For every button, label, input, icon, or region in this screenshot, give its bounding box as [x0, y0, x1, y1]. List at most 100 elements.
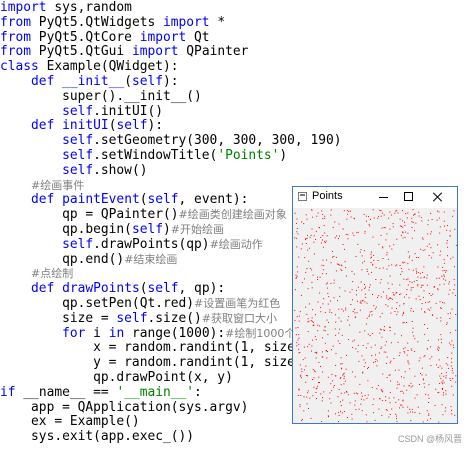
red-point	[393, 294, 395, 295]
red-point	[315, 339, 317, 341]
code-token: self	[131, 74, 164, 89]
red-point	[313, 235, 315, 237]
red-point	[402, 406, 404, 408]
red-point	[399, 218, 401, 220]
red-point	[345, 267, 347, 269]
red-point	[449, 332, 451, 334]
red-point	[402, 348, 404, 350]
code-line[interactable]: def drawPoints(self, qp):	[0, 281, 225, 297]
red-point	[314, 352, 316, 353]
red-point	[359, 383, 361, 385]
red-point	[354, 400, 356, 402]
red-point	[412, 327, 414, 329]
red-point	[370, 253, 372, 255]
red-point	[338, 263, 339, 265]
red-point	[439, 254, 441, 256]
red-point	[354, 317, 356, 318]
red-point	[430, 212, 432, 214]
close-button[interactable]	[424, 187, 450, 207]
red-point	[446, 240, 448, 242]
red-point	[322, 351, 323, 353]
code-line[interactable]: size = self.size()#获取窗口大小	[0, 311, 277, 327]
red-point	[327, 376, 329, 378]
red-point	[335, 375, 337, 377]
red-point	[370, 271, 372, 273]
red-point	[359, 302, 361, 304]
code-line[interactable]: class Example(QWidget):	[0, 59, 179, 75]
code-line[interactable]: def paintEvent(self, event):	[0, 192, 248, 208]
red-point	[427, 348, 429, 350]
red-point	[390, 360, 392, 362]
red-point	[411, 321, 413, 322]
code-line[interactable]: self.initUI()	[0, 104, 163, 120]
code-line[interactable]: self.setWindowTitle('Points')	[0, 148, 287, 164]
red-point	[432, 252, 434, 254]
maximize-button[interactable]	[396, 187, 422, 207]
code-line[interactable]: import sys,random	[0, 0, 132, 16]
red-point	[389, 297, 391, 299]
red-point	[298, 348, 300, 350]
red-point	[421, 303, 423, 304]
red-point	[340, 357, 342, 359]
code-line[interactable]: def __init__(self):	[0, 74, 179, 90]
red-point	[437, 289, 439, 291]
code-line[interactable]: from PyQt5.QtGui import QPainter	[0, 44, 248, 60]
red-point	[407, 263, 409, 265]
code-line[interactable]: #点绘制	[0, 267, 73, 282]
code-line[interactable]: self.setGeometry(300, 300, 300, 190)	[0, 133, 341, 149]
red-point	[392, 292, 394, 294]
red-point	[416, 257, 418, 258]
red-point	[303, 396, 305, 398]
red-point	[318, 376, 320, 378]
red-point	[345, 275, 347, 277]
code-line[interactable]: self.show()	[0, 162, 147, 179]
red-point	[414, 214, 416, 215]
red-point	[404, 221, 405, 223]
red-point	[307, 249, 309, 251]
code-line[interactable]: def initUI(self):	[0, 118, 163, 134]
red-point	[333, 255, 335, 257]
red-point	[325, 240, 327, 242]
red-point	[374, 344, 376, 346]
red-point	[453, 278, 455, 280]
red-point	[323, 298, 325, 300]
code-line[interactable]: qp = QPainter()#绘画类创建绘画对象	[0, 207, 287, 223]
red-point	[361, 289, 363, 291]
code-line[interactable]: #绘画事件	[0, 179, 84, 194]
points-window[interactable]: Points	[292, 186, 458, 424]
code-line[interactable]: sys.exit(app.exec_())	[0, 429, 194, 445]
window-titlebar[interactable]: Points	[293, 187, 457, 207]
code-line[interactable]: qp.begin(self)#开始绘画	[0, 222, 224, 238]
code-line[interactable]: for i in range(1000):#绘制1000个点	[0, 326, 306, 342]
code-line[interactable]: super().__init__()	[0, 89, 202, 105]
red-point	[444, 279, 446, 281]
code-line[interactable]: if __name__ == '__main__':	[0, 384, 202, 401]
code-line[interactable]: qp.setPen(Qt.red)#设置画笔为红色	[0, 296, 280, 312]
code-string: '__main__'	[116, 384, 195, 400]
red-point	[404, 296, 405, 298]
code-token: self	[62, 162, 94, 178]
red-point	[313, 377, 315, 379]
code-line[interactable]: from PyQt5.QtWidgets import *	[0, 15, 225, 31]
minimize-button[interactable]	[370, 187, 396, 207]
red-point	[453, 210, 455, 212]
code-line[interactable]: app = QApplication(sys.argv)	[0, 400, 248, 416]
red-point	[322, 214, 324, 215]
red-point	[322, 235, 324, 237]
red-point	[360, 300, 362, 302]
red-point	[307, 375, 309, 377]
red-point	[402, 400, 404, 402]
code-line[interactable]: self.drawPoints(qp)#绘画动作	[0, 237, 263, 253]
red-point	[307, 390, 309, 392]
red-point	[296, 237, 298, 239]
red-point	[411, 408, 413, 410]
code-line[interactable]: ex = Example()	[0, 414, 140, 430]
code-line[interactable]: from PyQt5.QtCore import Qt	[0, 30, 210, 46]
red-point	[396, 418, 397, 420]
red-point	[430, 418, 432, 420]
red-point	[343, 210, 345, 212]
red-point	[355, 256, 357, 257]
red-point	[368, 366, 369, 368]
code-line[interactable]: qp.end()#结束绘画	[0, 252, 177, 268]
code-line[interactable]: qp.drawPoint(x, y)	[0, 370, 233, 386]
